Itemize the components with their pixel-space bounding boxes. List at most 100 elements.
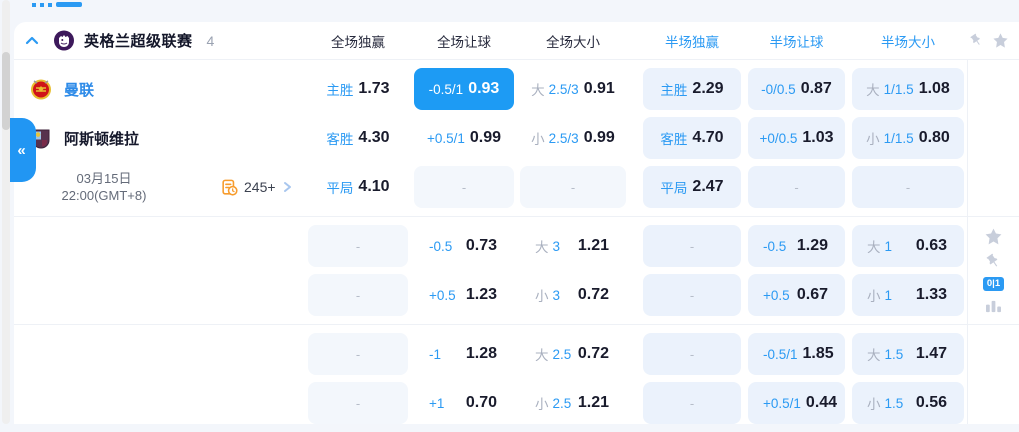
- home-team[interactable]: 曼联: [14, 68, 308, 110]
- column-headers: 全场独赢 全场让球 全场大小 半场独赢 半场让球 半场大小: [308, 31, 964, 51]
- collapse-arrows-icon: «: [17, 141, 26, 159]
- odds-cell[interactable]: +0.5/1 0.99: [414, 117, 514, 159]
- favorite-star-icon[interactable]: [984, 227, 1003, 246]
- markets-count[interactable]: 245+: [244, 179, 276, 195]
- odds-label: -0.5/1: [763, 346, 798, 362]
- handicap-odds-group-2: - -0.5 0.73 大 3 1.21- -0.5 1.29 大 1 0.63 - +0.5 1.23…: [14, 216, 1019, 324]
- odds-cell[interactable]: +0/0.5 1.03: [748, 117, 845, 159]
- odds-cell-selected[interactable]: -0.5/1 0.93: [414, 68, 514, 110]
- odds-cell[interactable]: +0.5 1.23: [414, 274, 514, 316]
- odds-cell[interactable]: -0.5 1.29: [748, 225, 845, 267]
- odds-label-group: 客胜: [326, 128, 353, 148]
- column-header-6: 半场大小: [881, 34, 935, 50]
- scrollbar-thumb[interactable]: [2, 52, 10, 130]
- odds-label-group: 小 2.5/3: [531, 128, 579, 148]
- odds-cell[interactable]: 大 2.5 0.72: [520, 333, 626, 375]
- pin-match-icon[interactable]: [982, 250, 1006, 274]
- odds-value: 0.72: [577, 286, 609, 303]
- odds-label-group: 客胜: [660, 128, 687, 148]
- odds-label-group: 大3: [535, 236, 560, 256]
- odds-cell[interactable]: 小 1/1.5 0.80: [852, 117, 964, 159]
- odds-cell[interactable]: 小 1.5 0.56: [852, 382, 964, 424]
- odds-label-group: 小 1.5: [867, 393, 903, 413]
- odds-value: 0.99: [469, 129, 502, 146]
- odds-prefix: 小: [531, 132, 545, 147]
- away-team[interactable]: 阿斯顿维拉: [14, 117, 308, 159]
- odds-cell-empty: -: [643, 274, 741, 316]
- collapse-sidebar-tab[interactable]: «: [10, 118, 36, 182]
- odds-cell[interactable]: 小 2.5 1.21: [520, 382, 626, 424]
- match-info-row: 03月15日 22:00(GMT+8) 245+ 平局 4.10 - - 平局 …: [14, 166, 1019, 208]
- odds-cell[interactable]: 平局 4.10: [308, 166, 408, 208]
- odds-cell-empty: -: [308, 382, 408, 424]
- odds-cell[interactable]: 小 3 0.72: [520, 274, 626, 316]
- away-team-name[interactable]: 阿斯顿维拉: [64, 128, 139, 149]
- odds-prefix: 大: [531, 83, 545, 98]
- odds-label: 客胜: [660, 132, 688, 147]
- odds-cell-empty: -: [520, 166, 626, 208]
- collapse-chevron-up-icon[interactable]: [24, 33, 40, 49]
- odds-label: 2.5/3: [548, 130, 579, 146]
- odds-cell[interactable]: 大 1/1.5 1.08: [852, 68, 964, 110]
- odds-label-group: -0.5/1: [763, 347, 798, 362]
- odds-label: 主胜: [326, 83, 354, 98]
- odds-cell[interactable]: 主胜 1.73: [308, 68, 408, 110]
- league-match-count: 4: [206, 32, 215, 49]
- stats-bars-icon[interactable]: [985, 298, 1002, 313]
- odds-cell-empty: -: [308, 225, 408, 267]
- odds-cell[interactable]: -1 1.28: [414, 333, 514, 375]
- odds-label-group: 大 2.5/3: [531, 79, 579, 99]
- odds-label-group: -0.5: [763, 239, 786, 254]
- odds-value: 0.91: [583, 80, 615, 97]
- odds-cell[interactable]: 客胜 4.30: [308, 117, 408, 159]
- odds-cell[interactable]: +0.5/1 0.44: [748, 382, 845, 424]
- clipped-tab-text-fragment: [32, 1, 82, 7]
- odds-label-group: +0/0.5: [759, 131, 797, 146]
- odds-label-group: +0.5: [763, 288, 790, 303]
- odds-cell[interactable]: 大 1 0.63: [852, 225, 964, 267]
- odds-value: 0.99: [583, 129, 615, 146]
- odds-cell[interactable]: +0.5 0.67: [748, 274, 845, 316]
- odds-value: 0.70: [465, 394, 497, 411]
- odds-cell[interactable]: +1 0.70: [414, 382, 514, 424]
- odds-cell[interactable]: -0.5/1 1.85: [748, 333, 845, 375]
- odds-value: 0.93: [468, 80, 500, 97]
- odds-cell[interactable]: 平局 2.47: [643, 166, 741, 208]
- vertical-scrollbar[interactable]: [2, 0, 10, 424]
- odds-label-group: +0.5/1: [427, 131, 465, 146]
- odds-value: 0.67: [796, 286, 828, 303]
- premier-league-logo: [54, 30, 74, 51]
- odds-label: 平局: [660, 181, 688, 196]
- empty-dash: -: [905, 179, 911, 195]
- odds-value: 2.29: [692, 80, 724, 97]
- empty-dash: -: [689, 395, 695, 411]
- odds-cell[interactable]: 大 3 1.21: [520, 225, 626, 267]
- odds-row: - +0.5 1.23 小 3 0.72- +0.5 0.67 小 1 1.33: [14, 274, 1019, 316]
- odds-label: 1/1.5: [883, 81, 914, 97]
- odds-cell[interactable]: 大 1.5 1.47: [852, 333, 964, 375]
- star-icon[interactable]: [992, 32, 1009, 49]
- odds-label: -0.5/1: [428, 81, 464, 97]
- home-team-name[interactable]: 曼联: [64, 79, 94, 100]
- odds-label-group: 小 2.5: [535, 393, 571, 413]
- odds-cell-empty: -: [414, 166, 514, 208]
- odds-cell[interactable]: 小 1 1.33: [852, 274, 964, 316]
- score-badge[interactable]: 0|1: [982, 277, 1005, 291]
- more-markets-link[interactable]: 245+: [220, 178, 293, 197]
- odds-cell[interactable]: -0.5 0.73: [414, 225, 514, 267]
- odds-cell[interactable]: 小 2.5/3 0.99: [520, 117, 626, 159]
- home-team-logo: [31, 79, 51, 99]
- pin-icon[interactable]: [966, 30, 987, 51]
- league-header: 英格兰超级联赛 4 全场独赢 全场让球 全场大小 半场独赢 半场让球 半场大小: [14, 22, 1019, 60]
- odds-value: 4.70: [692, 129, 724, 146]
- odds-value: 1.21: [577, 237, 609, 254]
- odds-label: +1: [429, 395, 445, 411]
- odds-label: 1/1.5: [883, 130, 914, 146]
- odds-cell[interactable]: 大 2.5/3 0.91: [520, 68, 626, 110]
- odds-value: 0.56: [915, 394, 947, 411]
- odds-cell[interactable]: 主胜 2.29: [643, 68, 741, 110]
- odds-cell[interactable]: 客胜 4.70: [643, 117, 741, 159]
- odds-label: +0.5: [763, 287, 790, 303]
- odds-value: 4.30: [358, 129, 390, 146]
- odds-cell[interactable]: -0/0.5 0.87: [748, 68, 845, 110]
